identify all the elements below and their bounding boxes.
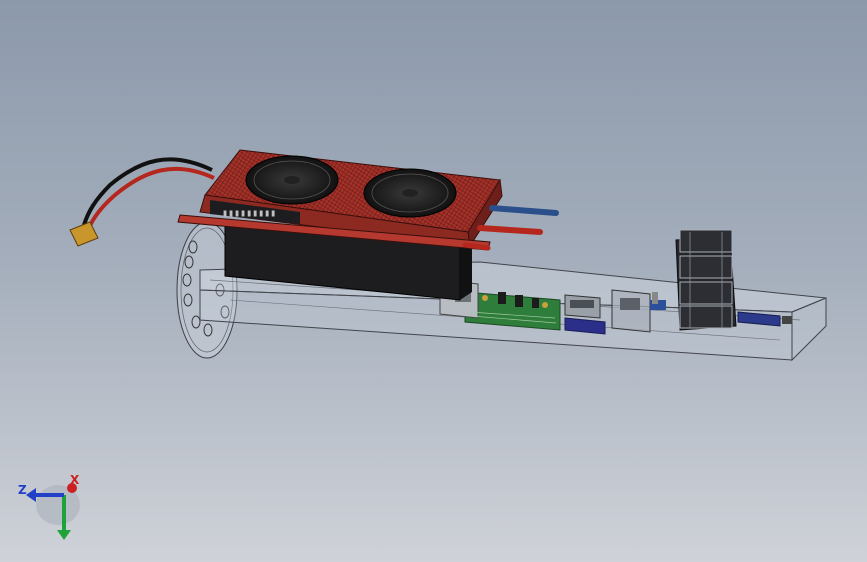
view-triad: X Z — [18, 473, 80, 540]
triad-z-arrow — [26, 488, 36, 502]
triad-x-label: X — [70, 473, 80, 487]
cad-viewport[interactable]: ▮▮▮▮▮▮▮▮▮ X Z — [0, 0, 867, 562]
triad-z-label: Z — [18, 483, 27, 497]
triad-y-arrow — [57, 530, 71, 540]
